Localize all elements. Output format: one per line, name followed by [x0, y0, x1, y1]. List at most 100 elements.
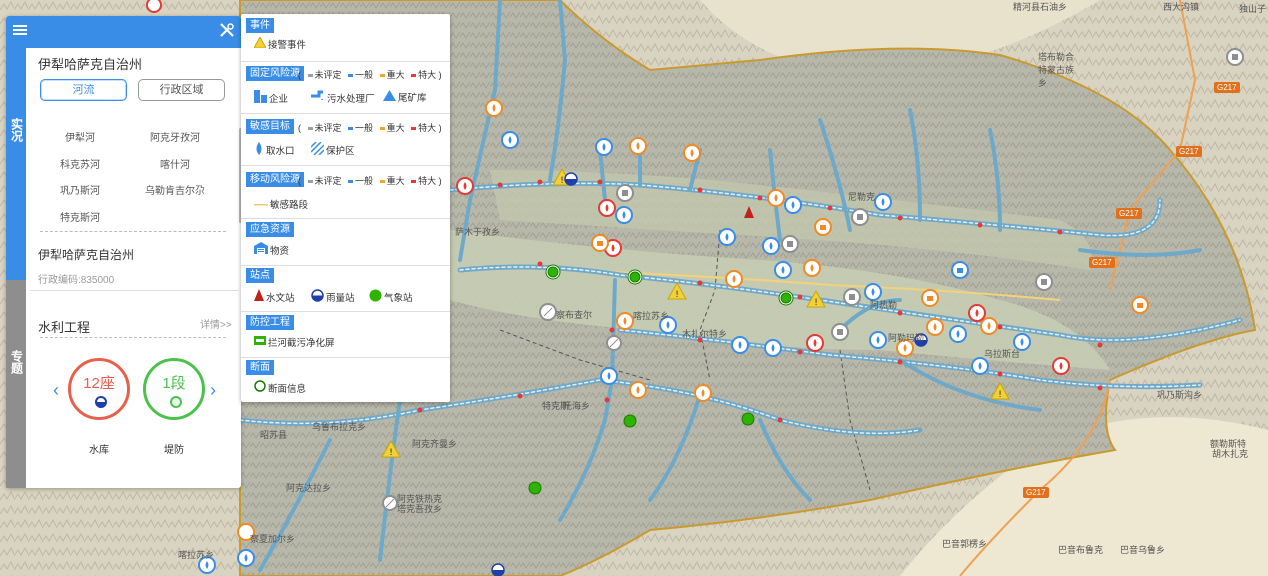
enterprise-icon	[254, 90, 267, 106]
legend-fixed-head: 固定风险源	[246, 66, 304, 81]
place-label: 塔布勒合特蒙古族乡	[1038, 53, 1075, 89]
chevron-right-icon[interactable]: ›	[210, 380, 216, 401]
legend-level-row: ( 未评定 一般 重大 特大 )	[298, 68, 442, 81]
paren-close: )	[438, 176, 442, 186]
legend-enterprise[interactable]: 企业	[254, 90, 288, 106]
chevron-left-icon[interactable]: ‹	[53, 380, 59, 401]
legend-station-head: 站点	[246, 268, 274, 283]
river-item[interactable]: 阿克牙孜河	[130, 129, 220, 144]
warehouse-icon	[254, 242, 268, 257]
river-item[interactable]: 特克斯河	[35, 209, 125, 224]
water-intake-icon	[949, 325, 967, 343]
level-dot	[379, 74, 385, 78]
legend-river-screen[interactable]: 拦河截污净化屏	[254, 335, 335, 349]
risk-pin-icon	[485, 99, 503, 117]
reservoir-card[interactable]: 12座	[68, 358, 130, 420]
legend-section-info[interactable]: 断面信息	[254, 380, 306, 395]
level-dot	[411, 74, 417, 78]
legend-water-intake-label: 取水口	[266, 146, 295, 157]
details-link[interactable]: 详情>>	[200, 316, 232, 331]
place-label: 巴音郭楞乡	[942, 540, 988, 550]
place-label: 精河县石油乡	[1013, 3, 1068, 13]
legend-hydro-station[interactable]: 水文站	[254, 289, 295, 304]
place-label: 阿克达拉乡	[286, 484, 332, 494]
place-label: 尼勒克	[848, 193, 876, 203]
protected-area-icon	[310, 141, 325, 158]
legend-control-head: 防控工程	[246, 315, 294, 330]
water-intake-icon	[501, 131, 519, 149]
divider	[241, 61, 450, 62]
place-label: 察夏加尔乡	[250, 535, 296, 545]
dike-card[interactable]: 1段	[143, 358, 205, 420]
legend-rain-station[interactable]: 雨量站	[311, 289, 355, 305]
level-label: 重大	[386, 70, 405, 80]
weather-station-icon	[369, 289, 382, 305]
river-item[interactable]: 科克苏河	[35, 156, 125, 171]
menu-icon[interactable]	[10, 22, 30, 42]
water-intake-icon	[731, 336, 749, 354]
paren-open: (	[298, 70, 301, 80]
place-label: 塔克吾孜乡	[397, 505, 443, 515]
risk-pin-icon	[598, 199, 616, 217]
tools-icon[interactable]	[217, 22, 237, 42]
tab-realtime-label: 实况	[9, 118, 24, 142]
risk-pin-icon	[725, 270, 743, 288]
tab-topic[interactable]: 专题	[6, 280, 26, 488]
divider	[241, 218, 450, 219]
legend-tailings[interactable]: 尾矿库	[383, 90, 427, 104]
river-item[interactable]: 喀什河	[130, 156, 220, 171]
legend-sensitive-head: 敏感目标	[246, 119, 294, 134]
place-label: 察布查尔	[556, 311, 593, 321]
river-item[interactable]: 巩乃斯河	[35, 182, 125, 197]
side-panel: 实况 专题 伊犁哈萨克自治州 河流 行政区域 伊犁河 阿克牙孜河 科克苏河 喀什…	[6, 16, 242, 488]
admin-region-toggle-button[interactable]: 行政区域	[138, 79, 225, 101]
legend-sewage-label: 污水处理厂	[327, 93, 375, 105]
paren-close: )	[438, 70, 442, 80]
water-project-title: 水利工程	[38, 320, 91, 335]
river-item[interactable]: 伊犁河	[35, 129, 125, 144]
river-toggle-button[interactable]: 河流	[40, 79, 127, 101]
place-label: 乌鲁布拉克乡	[312, 423, 367, 433]
hydro-station-icon	[254, 289, 264, 304]
water-intake-icon	[762, 237, 780, 255]
tailings-icon	[383, 90, 396, 104]
rain-station-icon	[311, 289, 324, 305]
risk-pin-icon	[803, 259, 821, 277]
legend-weather-station[interactable]: 气象站	[369, 289, 413, 305]
place-label: 阿克齐曼乡	[412, 440, 458, 450]
legend-panel: 事件 接警事件 固定风险源 ( 未评定 一般 重大 特大 ) 企业 污水处理厂 …	[241, 14, 450, 402]
reservoir-label: 水库	[89, 445, 109, 456]
legend-protected-area[interactable]: 保护区	[310, 141, 355, 158]
legend-materials[interactable]: 物资	[254, 242, 289, 257]
region-code: 行政编码:835000	[38, 275, 115, 286]
svg-text:!: !	[998, 390, 1002, 400]
place-label: 胡木扎克	[1212, 450, 1249, 460]
tab-realtime[interactable]: 实况	[6, 48, 26, 280]
legend-sensitive-road[interactable]: 敏感路段	[254, 197, 308, 211]
divider	[241, 265, 450, 266]
place-label: 西大沟镇	[1163, 3, 1200, 13]
legend-alarm-event[interactable]: 接警事件	[253, 35, 307, 51]
legend-sensitive-road-label: 敏感路段	[270, 200, 309, 211]
legend-protected-area-label: 保护区	[326, 146, 355, 157]
side-tabs: 实况 专题	[6, 48, 26, 488]
legend-alarm-event-label: 接警事件	[268, 40, 307, 51]
place-label: 乌拉斯台	[984, 350, 1021, 360]
road-shield: G217	[1116, 208, 1142, 219]
legend-water-intake[interactable]: 取水口	[254, 142, 295, 158]
legend-river-screen-label: 拦河截污净化屏	[268, 338, 335, 349]
river-item[interactable]: 乌勒肯吉尔尕	[130, 182, 220, 197]
road-shield: G217	[1089, 257, 1115, 268]
risk-pin-icon	[968, 304, 986, 322]
level-dot	[348, 74, 354, 78]
legend-rain-station-label: 雨量站	[326, 293, 355, 304]
place-label: 喀拉苏乡	[633, 312, 670, 322]
legend-events-head: 事件	[246, 18, 274, 33]
risk-pin-icon	[806, 334, 824, 352]
place-label: 萨木于孜乡	[455, 228, 501, 238]
legend-sewage[interactable]: 污水处理厂	[311, 90, 375, 105]
divider	[241, 165, 450, 166]
dike-value: 1段	[162, 375, 186, 392]
place-label: 阿勒玛勒	[888, 334, 925, 344]
level-dot	[411, 127, 417, 131]
